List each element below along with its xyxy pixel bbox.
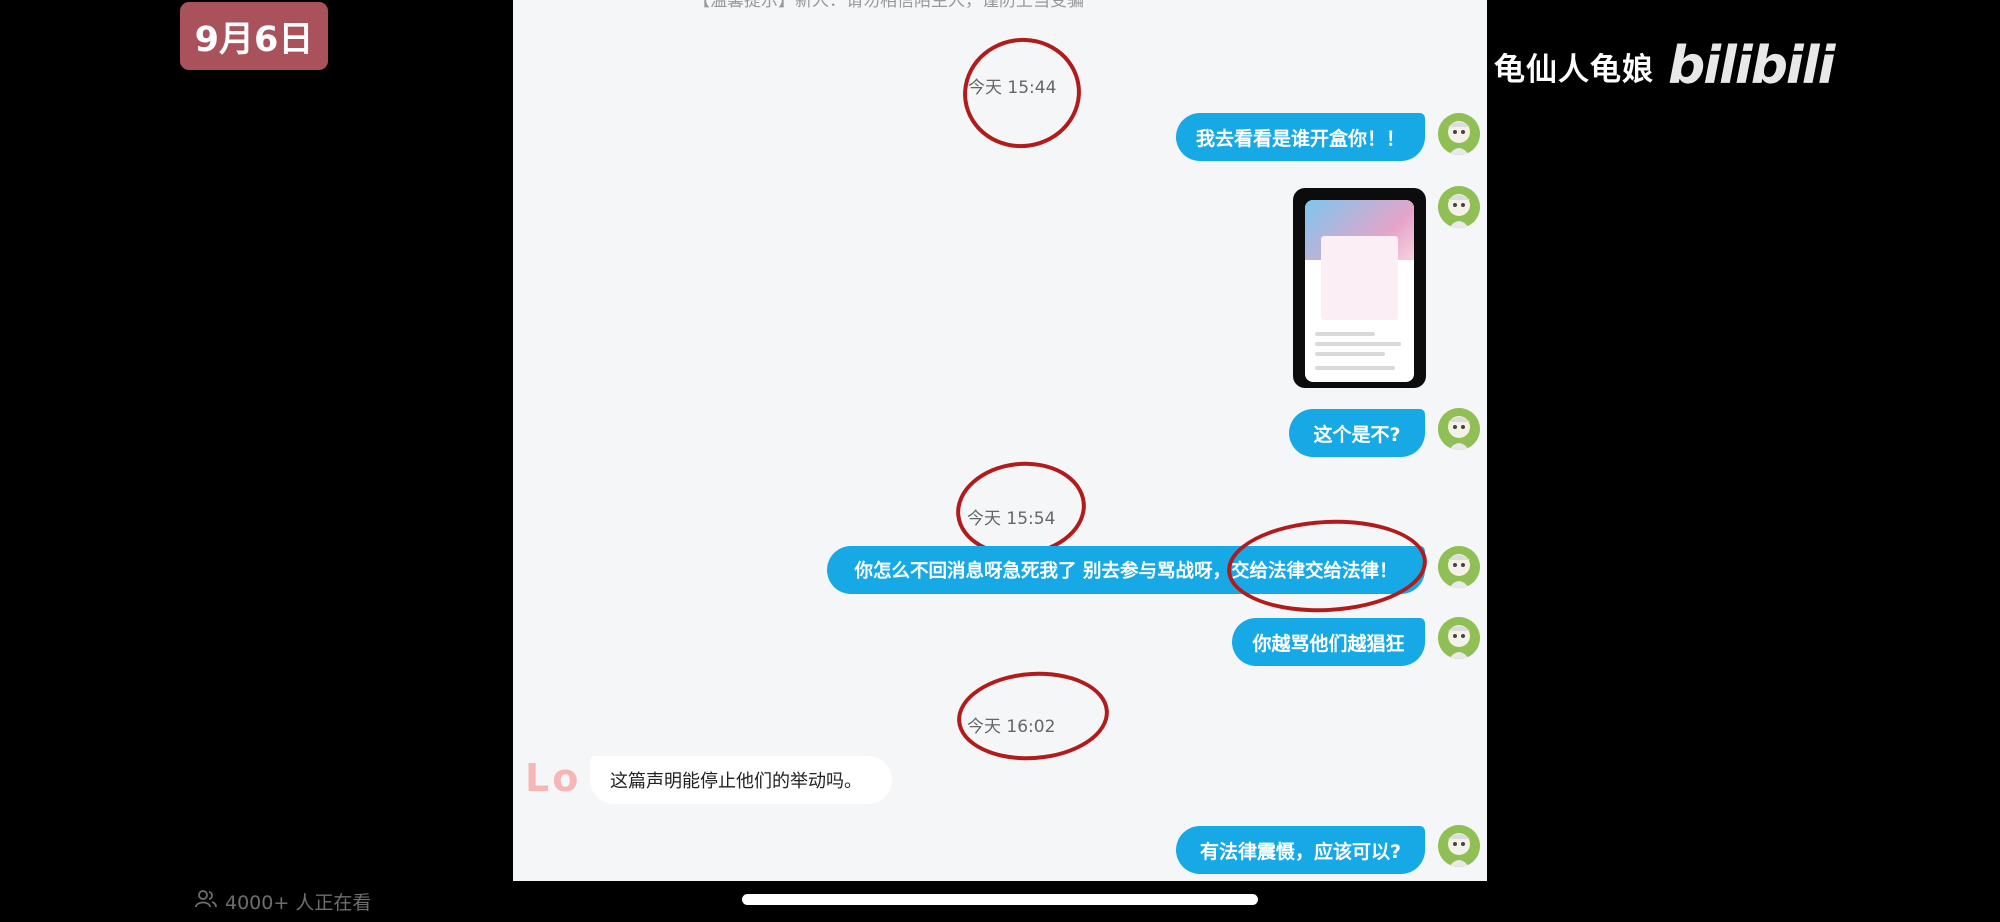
viewer-count-label: 4000+ 人正在看 — [225, 892, 372, 914]
outgoing-message[interactable]: 我去看看是谁开盒你！！ — [1176, 113, 1425, 161]
bilibili-logo: bilibili — [1668, 36, 1835, 96]
user-avatar-icon[interactable] — [1438, 617, 1480, 659]
annotation-circle — [954, 666, 1112, 766]
outgoing-image-message[interactable] — [1293, 188, 1426, 388]
top-notice: 【温馨提示】新人：请勿相信陌生人，谨防上当受骗 — [693, 0, 1084, 11]
sender-avatar[interactable]: Lo — [525, 738, 595, 818]
chat-window: 【温馨提示】新人：请勿相信陌生人，谨防上当受骗 今天 15:44 我去看看是谁开… — [513, 0, 1487, 881]
phone-screenshot-thumbnail — [1305, 200, 1414, 382]
annotation-circle — [955, 30, 1089, 156]
people-icon — [195, 889, 217, 914]
bilibili-watermark: 龟仙人龟娘 bilibili — [1494, 36, 1835, 96]
outgoing-message[interactable]: 你越骂他们越猖狂 — [1232, 618, 1425, 666]
home-indicator[interactable] — [742, 894, 1258, 905]
user-avatar-icon[interactable] — [1438, 113, 1480, 155]
viewer-count: 4000+ 人正在看 — [195, 888, 371, 915]
user-avatar-icon[interactable] — [1438, 186, 1480, 228]
outgoing-message[interactable]: 这个是不? — [1289, 409, 1425, 457]
date-badge: 9月6日 — [180, 2, 328, 70]
annotation-circle — [1224, 514, 1430, 618]
user-avatar-icon[interactable] — [1438, 546, 1480, 588]
incoming-message[interactable]: 这篇声明能停止他们的举动吗。 — [590, 756, 892, 804]
user-avatar-icon[interactable] — [1438, 408, 1480, 450]
user-avatar-icon[interactable] — [1438, 825, 1480, 867]
outgoing-message[interactable]: 有法律震慑，应该可以? — [1176, 826, 1425, 874]
uploader-name: 龟仙人龟娘 — [1494, 51, 1654, 88]
